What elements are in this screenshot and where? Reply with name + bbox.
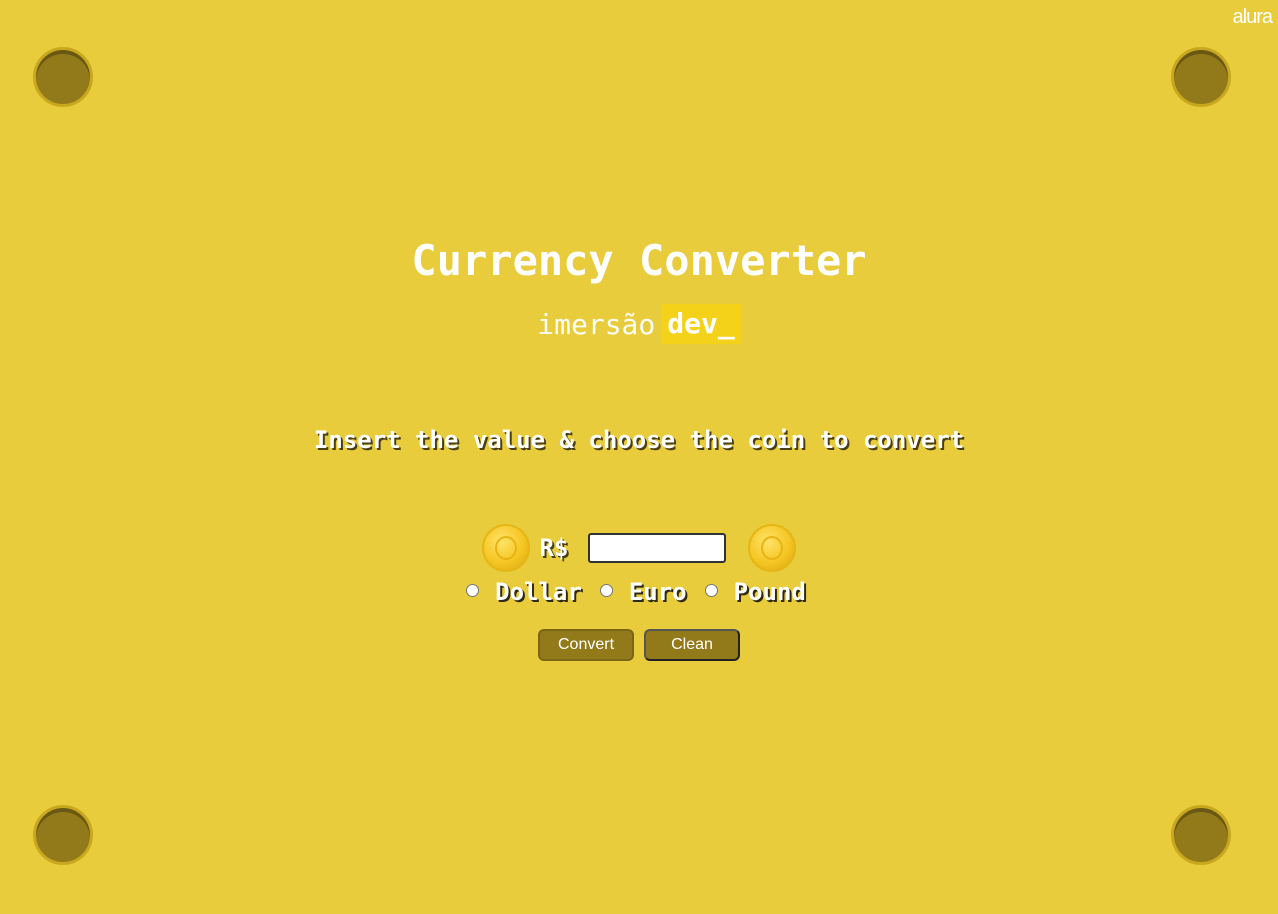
currency-symbol: R$ — [539, 534, 569, 562]
pound-label[interactable]: Pound — [734, 578, 806, 606]
option-euro[interactable]: Euro — [599, 578, 693, 606]
imersao-dev-logo: imersão dev_ — [0, 304, 1278, 344]
screw-bottom-right-icon — [1171, 805, 1231, 865]
page-title: Currency Converter — [411, 236, 867, 285]
alura-logo: alura — [1232, 6, 1273, 28]
instruction-text: Insert the value & choose the coin to co… — [313, 426, 965, 454]
euro-label[interactable]: Euro — [629, 578, 687, 606]
option-dollar[interactable]: Dollar — [466, 578, 588, 606]
screw-bottom-left-icon — [33, 805, 93, 865]
action-buttons: Convert Clean — [0, 629, 1278, 661]
screw-top-right-icon — [1171, 47, 1231, 107]
value-input-row: R$ — [0, 524, 1278, 572]
gold-coin-icon — [748, 524, 797, 572]
dollar-label[interactable]: Dollar — [495, 578, 582, 606]
page: alura Currency Converter imersão dev_ In… — [0, 0, 1278, 914]
dollar-radio[interactable] — [466, 583, 480, 597]
gold-coin-icon — [481, 524, 530, 572]
currency-options: Dollar Euro Pound — [0, 578, 1278, 606]
pound-radio[interactable] — [704, 583, 718, 597]
convert-button[interactable]: Convert — [538, 629, 634, 661]
screw-top-left-icon — [33, 47, 93, 107]
brand-bold-text: dev_ — [661, 304, 741, 344]
option-pound[interactable]: Pound — [704, 578, 812, 606]
value-input[interactable] — [588, 533, 727, 563]
clean-button[interactable]: Clean — [644, 629, 740, 661]
euro-radio[interactable] — [599, 583, 613, 597]
brand-light-text: imersão — [537, 307, 656, 341]
